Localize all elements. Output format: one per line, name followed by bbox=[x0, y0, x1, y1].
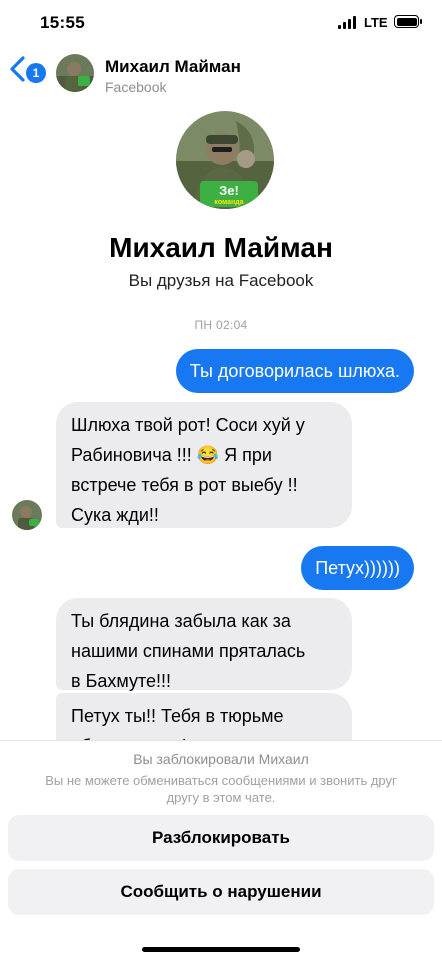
contact-name[interactable]: Михаил Майман bbox=[105, 57, 241, 77]
chat-timestamp: ПН 02:04 bbox=[194, 318, 248, 332]
message-line: в Бахмуте!!! bbox=[71, 671, 172, 691]
profile-avatar[interactable]: Зе! команда bbox=[176, 111, 274, 209]
contact-subtitle: Facebook bbox=[105, 79, 167, 95]
profile-relation: Вы друзья на Facebook bbox=[128, 271, 314, 290]
message-outgoing[interactable]: Ты договорилась шлюха. bbox=[175, 349, 414, 393]
message-incoming[interactable]: Шлюха твой рот! Соси хуй у Рабиновича !!… bbox=[56, 402, 352, 528]
message-line: Рабиновича !!! 😂 Я при bbox=[71, 445, 272, 465]
message-line: Шлюха твой рот! Соси хуй у bbox=[71, 415, 305, 435]
battery-icon bbox=[394, 15, 422, 28]
badge-subtext: команда bbox=[214, 199, 243, 206]
unblock-button[interactable]: Разблокировать bbox=[8, 815, 434, 861]
message-incoming[interactable]: Ты блядина забыла как за нашими спинами … bbox=[56, 598, 352, 691]
message-line: Сука жди!! bbox=[71, 505, 159, 525]
message-line: Петух ты!! Тебя в тюрьме bbox=[71, 706, 284, 726]
signal-icon bbox=[338, 16, 358, 29]
header-avatar[interactable] bbox=[56, 54, 94, 92]
blocked-description: Вы не можете обмениваться сообщениями и … bbox=[45, 773, 397, 805]
badge-text: Зе! bbox=[219, 183, 239, 198]
network-type: LTE bbox=[364, 15, 388, 30]
status-time: 15:55 bbox=[40, 13, 85, 32]
status-bar: 15:55 LTE bbox=[0, 0, 442, 46]
report-button[interactable]: Сообщить о нарушении bbox=[8, 869, 434, 915]
profile-name: Михаил Майман bbox=[109, 232, 333, 263]
message-line: Ты блядина забыла как за bbox=[71, 611, 291, 631]
home-indicator[interactable] bbox=[142, 947, 300, 952]
blocked-title: Вы заблокировали Михаил bbox=[133, 751, 309, 767]
message-line: нашими спинами пряталась bbox=[71, 641, 306, 661]
sender-avatar[interactable] bbox=[12, 500, 42, 530]
message-outgoing[interactable]: Петух)))))) bbox=[301, 546, 414, 590]
message-line: встрече тебя в рот выебу !! bbox=[71, 475, 298, 495]
unread-badge[interactable]: 1 bbox=[26, 63, 46, 83]
conversation-header: 1 Михаил Майман Facebook bbox=[0, 48, 442, 104]
blocked-panel: Вы заблокировали Михаил Вы не можете обм… bbox=[0, 740, 442, 960]
